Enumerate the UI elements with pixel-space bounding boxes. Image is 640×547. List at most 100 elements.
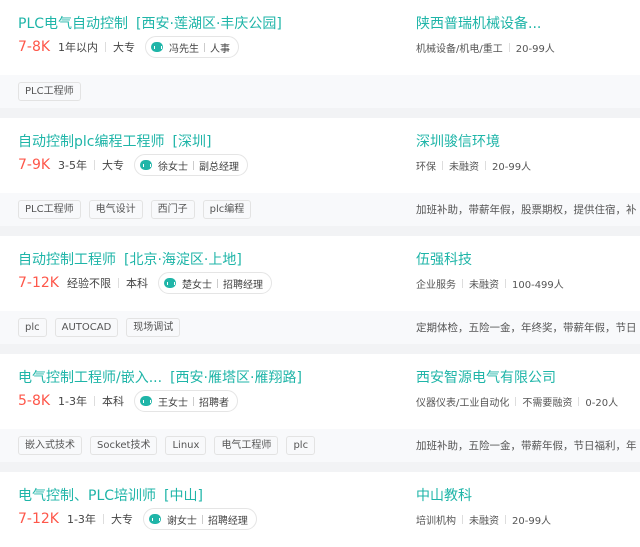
recruiter-name: 王女士 (158, 397, 189, 409)
job-tags: PLC工程师 (18, 82, 89, 101)
recruiter-title: 招聘者 (199, 397, 230, 409)
divider (102, 514, 104, 524)
job-title[interactable]: 电气控制工程师/嵌入... (18, 370, 162, 386)
job-card[interactable]: 电气控制工程师/嵌入... [西安·雁塔区·雁翔路] 5-8K 1-3年 本科 王… (0, 354, 640, 462)
company-funding: 不需要融资 (522, 398, 573, 409)
job-card[interactable]: 电气控制、PLC培训师 [中山] 7-12K 1-3年 大专 谢女士 招聘经理 中… (0, 472, 640, 547)
job-tag: plc (18, 318, 47, 337)
job-meta: 5-8K 1-3年 本科 王女士 招聘者 (18, 390, 239, 412)
company-industry: 培训机构 (416, 516, 456, 527)
recruiter-chat-button[interactable]: 楚女士 招聘经理 (157, 272, 272, 294)
recruiter-chat-button[interactable]: 冯先生 人事 (145, 36, 240, 58)
divider (193, 396, 195, 406)
divider (515, 397, 517, 406)
job-card[interactable]: 自动控制plc编程工程师 [深圳] 7-9K 3-5年 大专 徐女士 副总经理 深… (0, 118, 640, 226)
divider (505, 279, 506, 288)
company-info: 培训机构 未融资 20-99人 (416, 512, 551, 527)
job-meta: 7-12K 经验不限 本科 楚女士 招聘经理 (18, 272, 272, 294)
company-funding: 未融资 (469, 280, 499, 291)
divider (578, 397, 580, 406)
divider (462, 279, 463, 288)
job-tag: plc编程 (202, 200, 252, 219)
recruiter-name: 冯先生 (169, 43, 200, 55)
chat-bubble-icon (163, 278, 176, 288)
recruiter-name: 徐女士 (158, 161, 189, 173)
job-card[interactable]: PLC电气自动控制 [西安·莲湖区·丰庆公园] 7-8K 1年以内 大专 冯先生 … (0, 0, 640, 108)
divider (462, 515, 463, 524)
company-info: 企业服务 未融资 100-499人 (416, 276, 564, 291)
job-location: [西安·雁塔区·雁翔路] (170, 370, 302, 386)
job-location: [深圳] (172, 134, 212, 150)
recruiter-chat-button[interactable]: 谢女士 招聘经理 (142, 508, 257, 530)
chat-bubble-icon (148, 514, 161, 524)
company-name-link[interactable]: 伍强科技 (416, 249, 472, 269)
job-meta: 7-9K 3-5年 大专 徐女士 副总经理 (18, 154, 249, 176)
recruiter-title: 招聘经理 (222, 279, 263, 291)
recruiter-title: 人事 (210, 43, 231, 55)
job-meta: 7-8K 1年以内 大专 冯先生 人事 (18, 36, 240, 58)
divider (201, 514, 203, 524)
education: 本科 (102, 395, 125, 408)
recruiter-chat-button[interactable]: 王女士 招聘者 (134, 390, 239, 412)
company-funding: 未融资 (449, 162, 479, 173)
company-name-link[interactable]: 陕西普瑞机械设备... (416, 13, 541, 33)
job-card-footer: PLC工程师 (0, 75, 640, 108)
company-industry: 环保 (416, 162, 436, 173)
job-title[interactable]: PLC电气自动控制 (18, 16, 128, 32)
job-tag: 电气工程师 (214, 436, 279, 455)
job-title-link[interactable]: 自动控制工程师 [北京·海淀区·上地] (18, 249, 242, 269)
company-name-link[interactable]: 中山教科 (416, 485, 472, 505)
divider (216, 278, 218, 288)
education: 大专 (110, 513, 133, 526)
divider (508, 43, 510, 52)
recruiter-title: 副总经理 (199, 161, 240, 173)
company-size: 20-99人 (492, 162, 532, 173)
recruiter-chat-button[interactable]: 徐女士 副总经理 (134, 154, 249, 176)
experience: 1-3年 (58, 395, 88, 408)
recruiter-name: 楚女士 (181, 279, 212, 291)
job-title-link[interactable]: 电气控制、PLC培训师 [中山] (18, 485, 203, 505)
job-card-footer: 嵌入式技术 Socket技术 Linux 电气工程师 plc 加班补助，五险一金… (0, 429, 640, 462)
education: 大专 (102, 159, 125, 172)
company-name-link[interactable]: 西安智源电气有限公司 (416, 367, 556, 387)
job-tag: PLC工程师 (18, 200, 81, 219)
job-title-link[interactable]: PLC电气自动控制 [西安·莲湖区·丰庆公园] (18, 13, 282, 33)
chat-bubble-icon (151, 42, 164, 52)
company-info: 机械设备/机电/重工 20-99人 (416, 40, 555, 55)
company-industry: 仪器仪表/工业自动化 (416, 398, 510, 409)
salary: 7-8K (18, 39, 51, 55)
company-size: 0-20人 (585, 398, 619, 409)
job-tag: Socket技术 (90, 436, 158, 455)
job-title[interactable]: 电气控制、PLC培训师 (18, 488, 156, 504)
experience: 3-5年 (58, 159, 88, 172)
experience: 1-3年 (66, 513, 96, 526)
job-tag: 现场调试 (126, 318, 181, 337)
job-tags: PLC工程师 电气设计 西门子 plc编程 (18, 200, 259, 219)
divider (485, 161, 486, 170)
job-tag: AUTOCAD (54, 318, 119, 337)
job-location: [北京·海淀区·上地] (124, 252, 242, 268)
job-title[interactable]: 自动控制plc编程工程师 (18, 134, 164, 150)
job-title-link[interactable]: 电气控制工程师/嵌入... [西安·雁塔区·雁翔路] (18, 367, 302, 387)
chat-bubble-icon (140, 160, 153, 170)
divider (94, 396, 96, 406)
job-card[interactable]: 自动控制工程师 [北京·海淀区·上地] 7-12K 经验不限 本科 楚女士 招聘经… (0, 236, 640, 344)
job-title-link[interactable]: 自动控制plc编程工程师 [深圳] (18, 131, 211, 151)
company-size: 20-99人 (515, 44, 555, 55)
job-tag: 嵌入式技术 (18, 436, 82, 455)
divider (505, 515, 506, 524)
divider (117, 278, 119, 288)
company-size: 20-99人 (512, 516, 552, 527)
company-name-link[interactable]: 深圳骏信环境 (416, 131, 500, 151)
salary: 7-12K (18, 275, 59, 291)
divider (204, 42, 206, 52)
company-info: 仪器仪表/工业自动化 不需要融资 0-20人 (416, 394, 618, 409)
job-title[interactable]: 自动控制工程师 (18, 252, 116, 268)
job-location: [西安·莲湖区·丰庆公园] (136, 16, 282, 32)
divider (193, 160, 195, 170)
experience: 1年以内 (58, 41, 99, 54)
job-tag: 西门子 (150, 200, 195, 219)
divider (442, 161, 443, 170)
job-card-footer: plc AUTOCAD 现场调试 定期体检，五险一金，年终奖，带薪年假，节日 (0, 311, 640, 344)
job-card-footer: PLC工程师 电气设计 西门子 plc编程 加班补助，带薪年假，股票期权，提供住… (0, 193, 640, 226)
